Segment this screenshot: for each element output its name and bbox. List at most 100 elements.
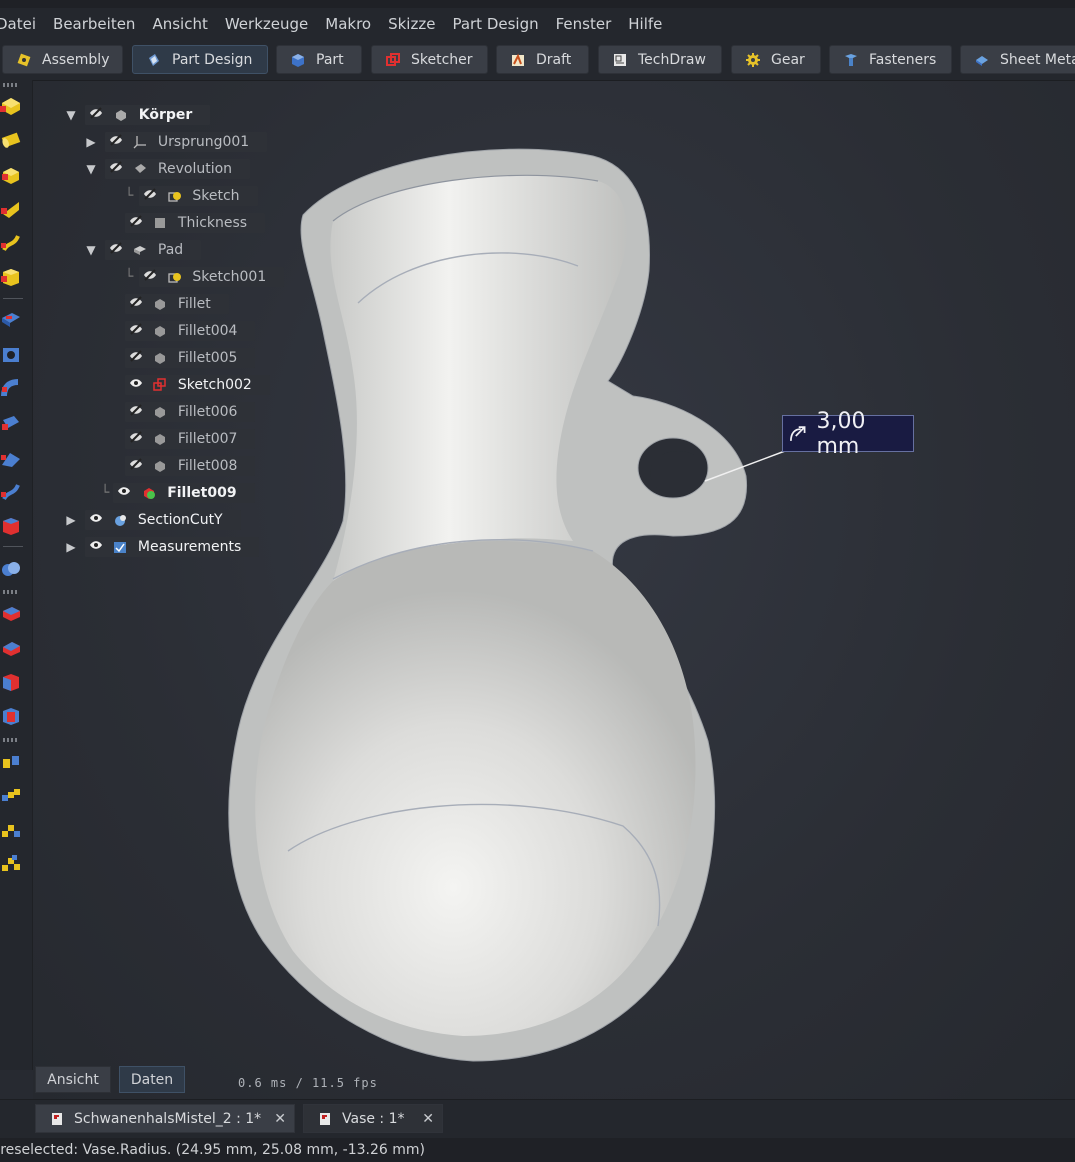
tree-item-fillet006[interactable]: Fillet006 [125,401,256,423]
subtractive-pipe-icon[interactable] [0,447,22,469]
workbench-fasteners-button[interactable]: Fasteners [829,45,952,74]
fillet-icon[interactable] [0,603,22,625]
menu-hilfe[interactable]: Hilfe [628,15,662,33]
menu-bearbeiten[interactable]: Bearbeiten [53,15,135,33]
menu-fenster[interactable]: Fenster [556,15,612,33]
toolbar-separator [3,546,23,547]
fillet-feature-icon [155,407,166,418]
workbench-part-button[interactable]: Part [276,45,362,74]
boolean-icon[interactable] [0,558,22,580]
additive-primitive-icon[interactable] [0,266,22,288]
additive-cylinder-icon[interactable] [0,129,22,151]
collapse-icon[interactable]: ▼ [85,243,97,257]
tree-item-section-cut[interactable]: SectionCutY [85,509,241,531]
tree-item-thickness[interactable]: Thickness [125,212,266,234]
fillet-tip-icon [144,488,156,499]
radius-measurement-label[interactable]: 3,00 mm [782,409,914,459]
menu-makro[interactable]: Makro [325,15,371,33]
hidden-eye-icon[interactable] [129,296,143,308]
subtractive-helix-icon[interactable] [0,481,22,503]
hidden-eye-icon[interactable] [129,323,143,335]
document-tab-vase[interactable]: Vase : 1* ✕ [303,1104,443,1133]
hidden-eye-icon[interactable] [129,350,143,362]
menu-part-design[interactable]: Part Design [452,15,538,33]
additive-box-icon[interactable] [0,164,22,186]
polar-pattern-icon[interactable] [0,819,22,841]
tree-item-revolution[interactable]: Revolution [105,158,251,180]
section-cut-icon [115,515,127,526]
linear-pattern-icon[interactable] [0,785,22,807]
thickness-icon[interactable] [0,705,22,727]
workbench-sheet-metal-button[interactable]: Sheet Metal [960,45,1075,74]
workbench-gear-button[interactable]: Gear [731,45,821,74]
visible-eye-icon[interactable] [117,485,131,497]
new-body-icon[interactable] [0,95,22,117]
hidden-eye-icon[interactable] [129,404,143,416]
draft-feature-icon[interactable] [0,671,22,693]
toolbar-grip[interactable] [3,83,19,87]
draft-icon [512,53,524,66]
hidden-eye-icon[interactable] [109,134,123,146]
tree-item-body[interactable]: Körper [85,104,211,126]
menu-datei[interactable]: Datei [0,15,36,33]
tree-item-fillet004[interactable]: Fillet004 [125,320,256,342]
tab-daten[interactable]: Daten [119,1066,185,1093]
workbench-techdraw-button[interactable]: TechDraw [598,45,722,74]
hidden-eye-icon[interactable] [143,188,157,200]
toolbar-grip[interactable] [3,590,19,594]
tree-item-fillet009[interactable]: └ Fillet009 [101,482,255,504]
tree-item-measurements[interactable]: Measurements [85,536,260,558]
visible-eye-icon[interactable] [129,377,143,389]
additive-wedge-icon[interactable] [0,198,22,220]
tab-ansicht[interactable]: Ansicht [35,1066,111,1093]
mirrored-icon[interactable] [0,751,22,773]
tree-item-sketch002[interactable]: Sketch002 [125,374,270,396]
menu-skizze[interactable]: Skizze [388,15,435,33]
subtractive-loft-icon[interactable] [0,412,22,434]
sketcher-icon [386,52,400,66]
pad-icon [134,246,147,255]
visible-eye-icon[interactable] [89,512,103,524]
chamfer-icon[interactable] [0,637,22,659]
multi-transform-icon[interactable] [0,853,22,875]
tree-item-fillet[interactable]: Fillet [125,293,229,315]
menu-ansicht[interactable]: Ansicht [152,15,207,33]
collapse-icon[interactable]: ▼ [85,162,97,176]
tree-item-sketch001[interactable]: └ Sketch001 [125,266,285,288]
tree-item-fillet007[interactable]: Fillet007 [125,428,256,450]
hole-icon[interactable] [0,344,22,366]
tree-item-sketch[interactable]: └ Sketch [125,185,258,207]
additive-helix-icon[interactable] [0,232,22,254]
subtractive-primitive-icon[interactable] [0,515,22,537]
expand-icon[interactable]: ▶ [85,135,97,149]
tree-item-ursprung001[interactable]: Ursprung001 [105,131,268,153]
sheet-metal-icon [976,55,988,66]
tree-item-fillet005[interactable]: Fillet005 [125,347,256,369]
pocket-icon[interactable] [0,309,22,331]
3d-viewport[interactable]: ▼ Körper ▶ Ursprung001 ▼ Revolution └ Sk… [33,81,1075,1099]
groove-icon[interactable] [0,378,22,400]
body-icon [115,110,126,121]
visible-eye-icon[interactable] [89,539,103,551]
tree-item-fillet008[interactable]: Fillet008 [125,455,256,477]
hidden-eye-icon[interactable] [89,107,103,119]
close-icon[interactable]: ✕ [422,1111,434,1127]
document-tab-schwanenhals[interactable]: SchwanenhalsMistel_2 : 1* ✕ [35,1104,295,1133]
workbench-draft-button[interactable]: Draft [496,45,589,74]
toolbar-grip[interactable] [3,738,19,742]
expand-icon[interactable]: ▶ [65,540,77,554]
close-icon[interactable]: ✕ [274,1111,286,1127]
hidden-eye-icon[interactable] [129,215,143,227]
hidden-eye-icon[interactable] [109,242,123,254]
hidden-eye-icon[interactable] [129,458,143,470]
workbench-sketcher-button[interactable]: Sketcher [371,45,488,74]
menu-werkzeuge[interactable]: Werkzeuge [225,15,308,33]
workbench-assembly-button[interactable]: Assembly [2,45,123,74]
workbench-part-design-button[interactable]: Part Design [132,45,268,74]
expand-icon[interactable]: ▶ [65,513,77,527]
expand-body-icon[interactable]: ▼ [65,108,77,122]
tree-item-pad[interactable]: Pad [105,239,202,261]
hidden-eye-icon[interactable] [143,269,157,281]
hidden-eye-icon[interactable] [109,161,123,173]
hidden-eye-icon[interactable] [129,431,143,443]
